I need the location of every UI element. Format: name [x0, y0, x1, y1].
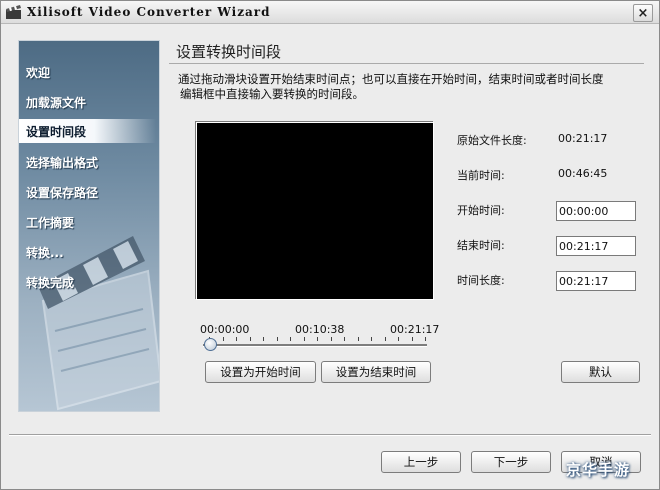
current-time-value: 00:46:45: [558, 167, 608, 180]
set-end-time-button[interactable]: 设置为结束时间: [321, 361, 431, 383]
slider-tick: [371, 337, 372, 341]
slider-tick: [222, 337, 224, 341]
slider-tick: [249, 337, 251, 341]
instruction-text: 通过拖动滑块设置开始结束时间点；也可以直接在开始时间，结束时间或者时间长度 编辑…: [178, 72, 638, 102]
clapperboard-icon: [6, 5, 21, 19]
slider-tick: [330, 337, 332, 341]
watermark-logo: 京华手游: [566, 461, 631, 479]
slider-tick: [357, 337, 359, 341]
instruction-line-2: 编辑框中直接输入要转换的时间段。: [180, 87, 364, 101]
original-length-value: 00:21:17: [558, 132, 608, 145]
heading-divider: [169, 63, 644, 64]
slider-tick: [263, 337, 264, 341]
timeline-middle-label: 00:10:38: [295, 323, 345, 336]
set-start-time-button[interactable]: 设置为开始时间: [205, 361, 316, 383]
slider-tick: [411, 337, 413, 341]
footer-divider: [9, 434, 651, 436]
instruction-line-1: 通过拖动滑块设置开始结束时间点；也可以直接在开始时间，结束时间或者时间长度: [178, 72, 604, 86]
slider-tick: [398, 337, 399, 341]
step-save-path: 设置保存路径: [26, 186, 99, 200]
next-button[interactable]: 下一步: [471, 451, 551, 473]
close-button[interactable]: ×: [633, 4, 653, 22]
time-slider-thumb[interactable]: [204, 338, 217, 351]
slider-tick: [317, 337, 318, 341]
step-converting: 转换...: [26, 246, 64, 260]
timeline-end-label: 00:21:17: [390, 323, 440, 336]
close-icon: ×: [637, 5, 649, 21]
end-time-label: 结束时间:: [457, 239, 505, 252]
step-set-time-range: 设置时间段: [19, 119, 156, 143]
end-time-input[interactable]: [556, 236, 636, 256]
video-preview: [196, 122, 434, 300]
step-load-source: 加载源文件: [26, 96, 87, 110]
wizard-window: Xilisoft Video Converter Wizard × 欢迎 加载源…: [0, 0, 660, 490]
start-time-label: 开始时间:: [457, 204, 505, 217]
page-title: 设置转换时间段: [176, 43, 282, 61]
default-button[interactable]: 默认: [561, 361, 640, 383]
timeline-start-label: 00:00:00: [200, 323, 250, 336]
step-set-time-range-label: 设置时间段: [26, 125, 87, 139]
step-job-summary: 工作摘要: [26, 216, 75, 230]
duration-input[interactable]: [556, 271, 636, 291]
slider-tick: [276, 337, 278, 341]
slider-tick: [303, 337, 305, 341]
step-output-format: 选择输出格式: [26, 156, 99, 170]
duration-label: 时间长度:: [457, 274, 505, 287]
current-time-label: 当前时间:: [457, 169, 505, 182]
start-time-input[interactable]: [556, 201, 636, 221]
step-welcome: 欢迎: [26, 66, 51, 80]
prev-button[interactable]: 上一步: [381, 451, 461, 473]
slider-tick: [384, 337, 386, 341]
window-title: Xilisoft Video Converter Wizard: [27, 5, 271, 19]
step-complete: 转换完成: [26, 276, 75, 290]
slider-tick: [344, 337, 345, 341]
slider-tick: [236, 337, 237, 341]
original-length-label: 原始文件长度:: [457, 134, 527, 147]
slider-tick: [290, 337, 291, 341]
slider-tick: [425, 337, 426, 341]
time-slider-track[interactable]: [203, 344, 427, 347]
wizard-steps-sidebar: 欢迎 加载源文件 设置时间段 选择输出格式 设置保存路径 工作摘要 转换... …: [18, 40, 160, 412]
title-bar: Xilisoft Video Converter Wizard ×: [1, 1, 659, 24]
